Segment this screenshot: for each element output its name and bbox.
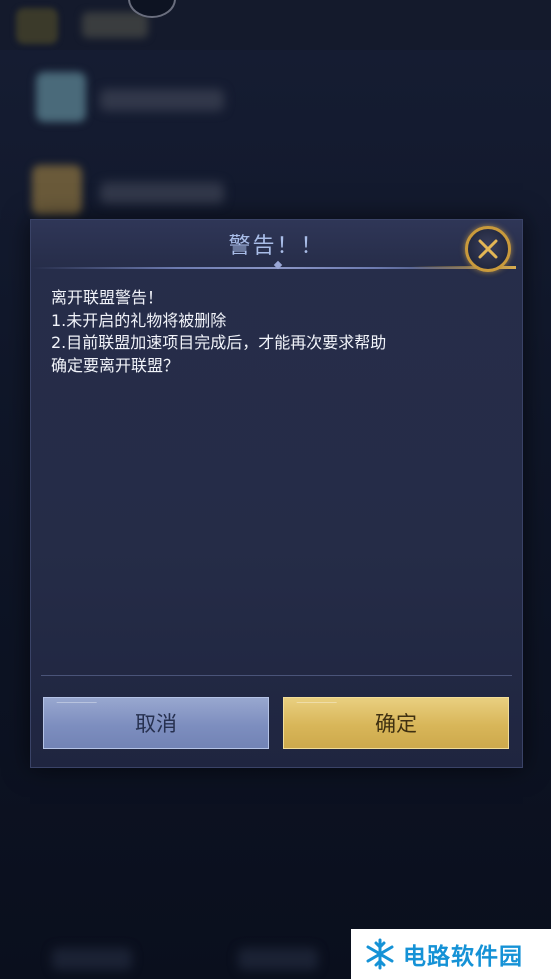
leave-alliance-warning-dialog: 警告！！ 离开联盟警告！ 1.未开启的礼物将被删除 2.目前联盟加速项目完成后，… <box>30 219 523 768</box>
cancel-button-label: 取消 <box>135 712 177 736</box>
background-row-text <box>100 182 224 204</box>
background-top-bar <box>0 0 551 50</box>
close-button[interactable] <box>465 226 511 272</box>
background-back-icon <box>16 8 58 44</box>
message-line: 2.目前联盟加速项目完成后，才能再次要求帮助 <box>51 333 387 352</box>
dialog-title: 警告！！ <box>228 234 325 259</box>
background-footer-item <box>52 948 132 970</box>
message-line: 确定要离开联盟？ <box>51 355 180 375</box>
snowflake-logo-icon <box>366 938 394 970</box>
footer-divider <box>41 675 512 676</box>
background-row-icon <box>36 72 86 122</box>
message-line: 离开联盟警告！ <box>51 288 164 307</box>
watermark: 电路软件园 <box>351 929 551 979</box>
confirm-button[interactable]: 确定 <box>279 697 509 749</box>
warning-message: 离开联盟警告！ 1.未开启的礼物将被删除 2.目前联盟加速项目完成后，才能再次要… <box>51 287 501 377</box>
confirm-button-label: 确定 <box>375 712 417 736</box>
background-title <box>82 12 148 38</box>
background-footer-item <box>238 948 318 970</box>
button-texture <box>39 702 97 733</box>
close-icon <box>478 239 498 259</box>
cancel-button[interactable]: 取消 <box>39 697 269 749</box>
button-texture <box>279 702 337 733</box>
background-row-icon <box>32 165 82 215</box>
watermark-text: 电路软件园 <box>403 944 523 970</box>
message-line: 1.未开启的礼物将被删除 <box>51 310 227 330</box>
background-row-text <box>100 89 224 111</box>
